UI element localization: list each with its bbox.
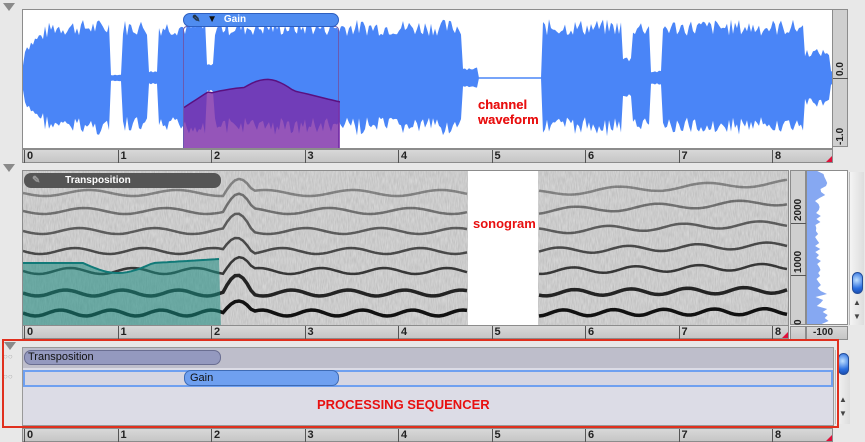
ruler-tick: 1 (117, 150, 127, 163)
pencil-icon[interactable]: ✎ (192, 14, 200, 25)
gain-area (184, 79, 340, 148)
gain-block[interactable]: Gain (184, 370, 339, 386)
sonogram-plot (23, 171, 788, 325)
ruler-tick: 7 (678, 326, 688, 339)
ruler-tick: 8 (772, 150, 781, 163)
processing-sequencer-label: PROCESSING SEQUENCER (317, 397, 490, 412)
transposition-overlay-label: Transposition (65, 175, 131, 186)
collapse-sonogram-toggle[interactable] (3, 164, 15, 172)
frequency-tick: 0 (793, 319, 804, 325)
sonogram-panel[interactable]: ✎ Transposition sonogram (22, 170, 789, 326)
amplitude-tick: 0.0 (835, 62, 846, 76)
sequencer-scrollbar[interactable]: ▲ ▼ (835, 350, 850, 424)
label-line: waveform (478, 112, 539, 127)
scroll-thumb[interactable] (852, 272, 863, 294)
sonogram-scrollbar[interactable]: ▲ ▼ (849, 172, 864, 325)
ruler-tick: 3 (304, 429, 314, 442)
pencil-icon[interactable]: ✎ (32, 175, 40, 186)
time-ruler-sequencer[interactable]: 0 1 2 3 4 5 6 7 8 (22, 428, 833, 442)
label-line: channel (478, 97, 528, 112)
gain-overlay-area[interactable] (183, 26, 341, 148)
ruler-tick: 6 (585, 150, 594, 163)
scroll-down-arrow[interactable]: ▼ (853, 312, 861, 321)
spectrum-plot (807, 171, 829, 324)
scroll-down-arrow[interactable]: ▼ (839, 409, 847, 418)
waveform-plot (23, 19, 832, 137)
frequency-tick: 1000 (793, 250, 804, 273)
ruler-tick: 0 (24, 326, 33, 339)
ruler-tick: 4 (398, 429, 407, 442)
frequency-axis: 2000 1000 0 (790, 170, 806, 325)
ruler-tick: 5 (491, 150, 501, 163)
ruler-tick: 7 (678, 150, 688, 163)
waveform-shape (23, 19, 832, 137)
scroll-up-arrow[interactable]: ▲ (839, 395, 847, 404)
end-marker-icon[interactable] (826, 435, 832, 441)
spectrum-axis-ruler (790, 326, 806, 340)
sonogram-silence (468, 171, 538, 325)
collapse-waveform-toggle[interactable] (3, 3, 15, 11)
frequency-tick: 2000 (793, 198, 804, 221)
ruler-tick: 8 (772, 326, 781, 339)
spectrum-ruler: -100 (806, 326, 848, 340)
sonogram-label: sonogram (473, 216, 536, 231)
ruler-tick: 1 (117, 429, 127, 442)
end-marker-icon[interactable] (826, 156, 832, 162)
ruler-tick: 3 (304, 326, 314, 339)
spectrum-tick: -100 (813, 327, 834, 338)
ruler-tick: 0 (24, 429, 33, 442)
transposition-block-label: Transposition (28, 351, 94, 363)
spectrum-shape (807, 171, 829, 324)
track-toggle-icon[interactable]: ○○ (3, 372, 13, 381)
transposition-overlay-header[interactable]: ✎ Transposition (24, 173, 221, 188)
sequencer-panel[interactable]: Transposition Gain PROCESSING SEQUENCER (22, 347, 834, 426)
spectrum-panel (806, 170, 848, 325)
ruler-tick: 5 (491, 326, 501, 339)
ruler-tick: 0 (24, 150, 33, 163)
ruler-tick: 6 (585, 429, 594, 442)
track-toggle-icon[interactable]: ○○ (3, 352, 13, 361)
end-marker-icon[interactable] (782, 332, 788, 338)
transposition-block[interactable]: Transposition (24, 350, 221, 365)
ruler-tick: 4 (398, 150, 407, 163)
gain-curve (183, 78, 341, 148)
ruler-tick: 5 (491, 429, 501, 442)
amplitude-axis: 0.0 -1.0 (832, 9, 848, 147)
ruler-tick: 2 (211, 150, 220, 163)
dropdown-arrow-icon[interactable]: ▼ (207, 14, 217, 25)
ruler-tick: 2 (211, 326, 220, 339)
ruler-tick: 6 (585, 326, 594, 339)
channel-waveform-label-lines: channel waveform (478, 97, 550, 127)
ruler-tick: 8 (772, 429, 781, 442)
ruler-tick: 7 (678, 429, 688, 442)
collapse-sequencer-toggle[interactable] (4, 342, 16, 350)
amplitude-tick: -1.0 (835, 127, 846, 145)
waveform-panel[interactable]: ✎ ▼ Gain channel waveform channel wavefo… (22, 9, 833, 149)
track-row-gain[interactable] (23, 370, 833, 387)
ruler-tick: 2 (211, 429, 220, 442)
scroll-up-arrow[interactable]: ▲ (853, 298, 861, 307)
time-ruler-waveform[interactable]: 0 1 2 3 4 5 6 7 8 (22, 149, 833, 163)
ruler-tick: 4 (398, 326, 407, 339)
scroll-thumb[interactable] (838, 353, 849, 375)
time-ruler-sonogram[interactable]: 0 1 2 3 4 5 6 7 8 (22, 325, 789, 339)
ruler-tick: 1 (117, 326, 127, 339)
gain-overlay-label: Gain (223, 14, 247, 25)
gain-overlay-header[interactable]: ✎ ▼ Gain (183, 13, 339, 27)
gain-block-label: Gain (190, 372, 214, 384)
ruler-tick: 3 (304, 150, 314, 163)
